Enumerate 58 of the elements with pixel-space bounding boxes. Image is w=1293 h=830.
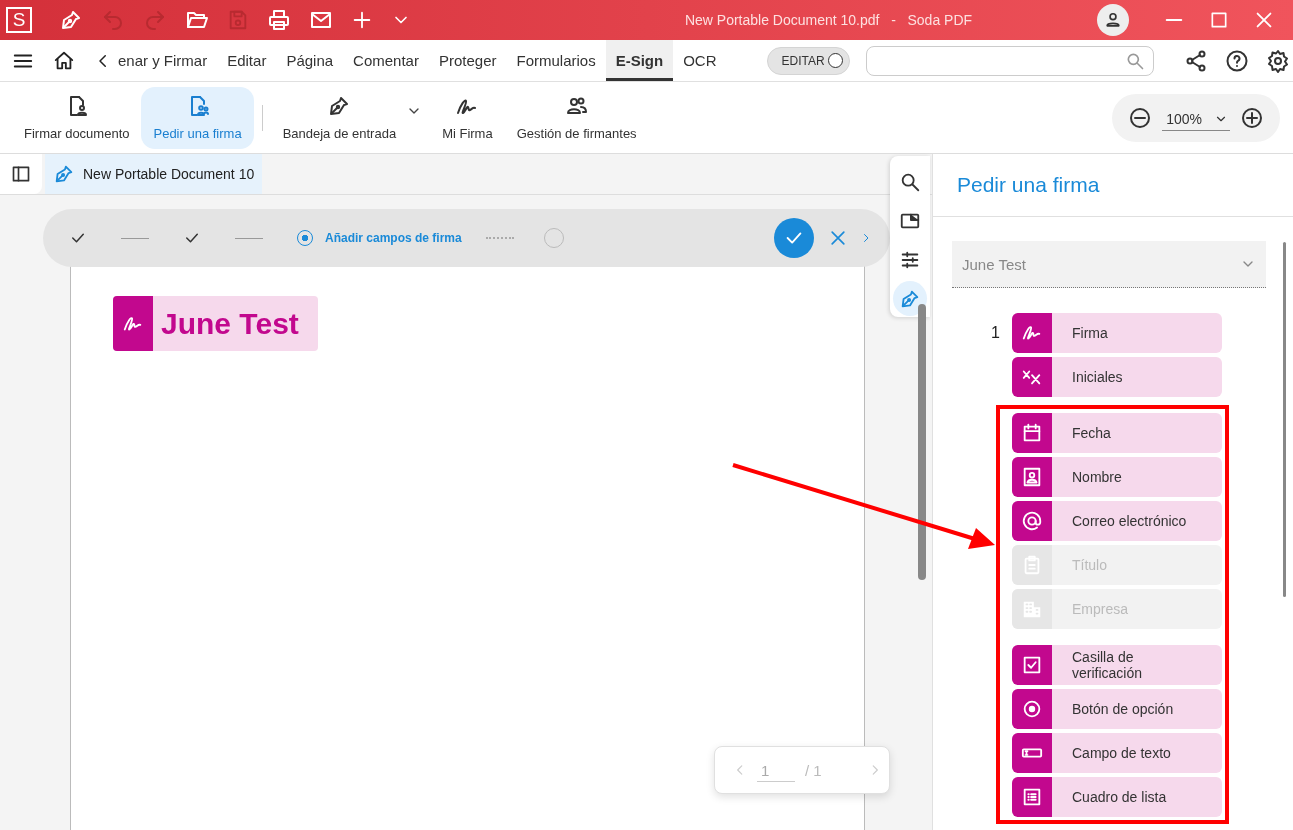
ribbon-button[interactable]: Bandeja de entrada [270,86,409,149]
scrollbar[interactable] [1283,242,1286,597]
ribbon-button[interactable]: Gestión de firmantes [504,86,649,149]
document-tab[interactable]: New Portable Document 10 [45,154,262,194]
current-step-icon [297,230,313,246]
sidebar-icon [11,164,31,184]
user-icon [1103,10,1123,30]
at-sign-icon [1021,510,1043,532]
confirm-button[interactable] [774,218,814,258]
app-logo[interactable]: S [6,7,32,33]
home-icon[interactable] [53,49,75,72]
ribbon-button[interactable]: Pedir una firma [141,86,254,149]
pen-icon[interactable] [59,8,83,32]
scrollbar[interactable] [918,304,926,580]
calendar-icon [1021,422,1043,444]
menu-tab[interactable]: Proteger [428,40,507,81]
ribbon-button[interactable]: Mi Firma [430,86,505,149]
menu-tab[interactable]: Página [276,40,344,81]
settings-icon[interactable] [1265,48,1290,73]
field-item[interactable]: Correo electrónico [1012,501,1222,541]
zoom-out-icon[interactable] [1128,105,1153,130]
field-item[interactable]: Iniciales [1012,357,1222,397]
signer-number: 1 [991,324,1001,342]
menu-tab[interactable]: Formularios [506,40,606,81]
menu-tab[interactable]: E-Sign [605,40,674,81]
checkbox-icon [1021,654,1043,676]
field-item[interactable]: Fecha [1012,413,1222,453]
step-label: Añadir campos de firma [325,231,462,245]
maximize-icon[interactable] [1209,10,1229,30]
field-item[interactable]: Nombre [1012,457,1222,497]
id-card-icon [1021,466,1043,488]
sidebar-toggle[interactable] [0,154,42,194]
edit-toggle[interactable]: EDITAR [766,46,850,75]
field-item[interactable]: Firma [1012,313,1222,353]
radio-icon [1021,698,1043,720]
window-title: New Portable Document 10.pdf - Soda PDF [683,12,974,28]
menu-tab[interactable]: OCR [673,40,727,81]
field-item[interactable]: Casilla de verificación [1012,645,1222,685]
field-item[interactable]: Botón de opción [1012,689,1222,729]
help-icon[interactable] [1224,48,1249,73]
list-icon [1021,786,1043,808]
ribbon-button[interactable]: Firmar documento [12,86,142,149]
close-icon[interactable] [828,228,848,248]
menu-tab[interactable]: Comentar [343,40,429,81]
menu-tab[interactable]: Editar [217,40,277,81]
print-icon[interactable] [267,8,291,32]
user-avatar[interactable] [1097,4,1129,36]
plus-icon[interactable] [351,9,373,31]
zoom-in-icon[interactable] [1240,105,1264,130]
field-item[interactable]: Cuadro de lista [1012,777,1222,817]
menu-tab[interactable]: enar y Firmar [108,40,218,81]
page-total: / 1 [805,761,822,779]
zoom-dropdown[interactable]: 100% [1162,108,1230,131]
signature-field[interactable]: June Test [113,296,318,351]
panel-title: Pedir una firma [933,154,1293,217]
field-item[interactable]: Campo de texto [1012,733,1222,773]
pen-icon [53,163,75,185]
search-field[interactable] [865,45,1154,76]
